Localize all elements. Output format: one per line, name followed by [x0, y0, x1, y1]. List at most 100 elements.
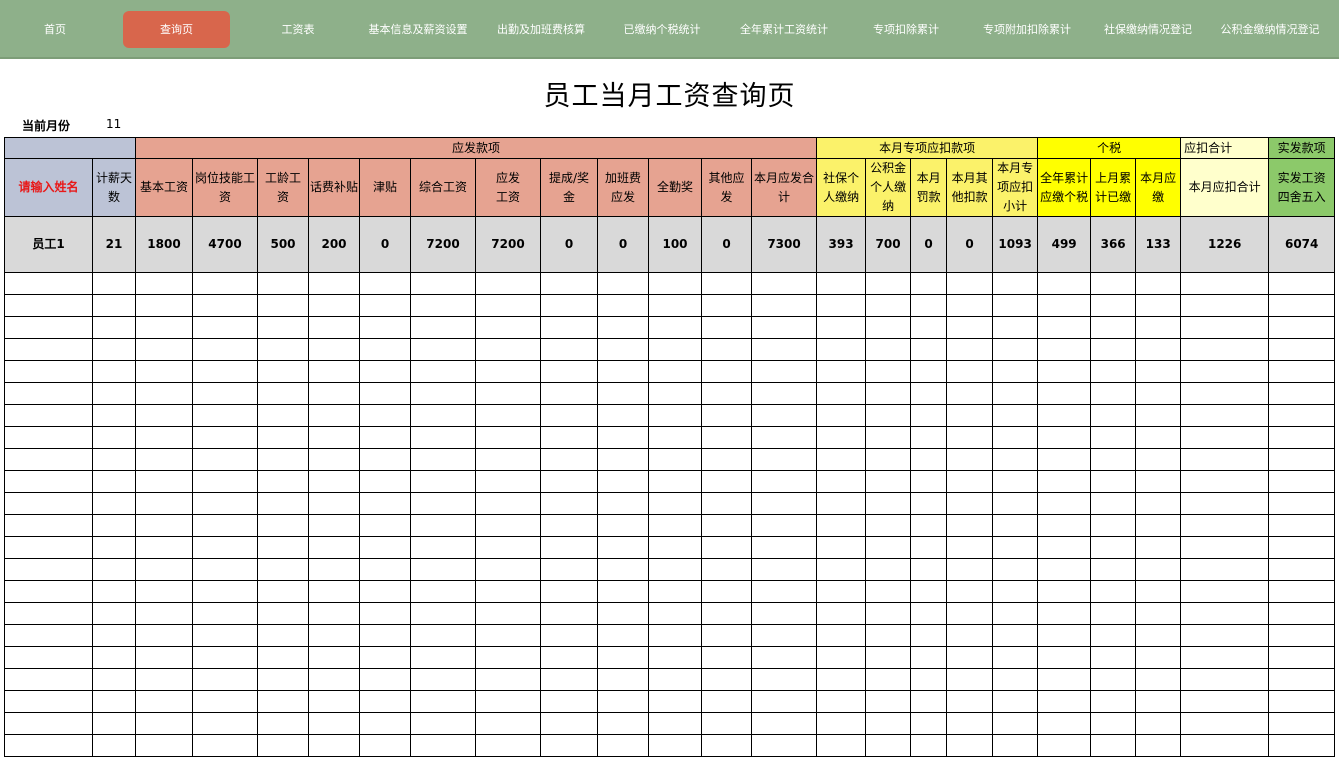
empty-cell[interactable] — [750, 338, 818, 361]
empty-cell[interactable] — [992, 404, 1039, 427]
empty-cell[interactable] — [1037, 558, 1092, 581]
empty-cell[interactable] — [816, 294, 867, 317]
empty-cell[interactable] — [540, 470, 598, 493]
empty-cell[interactable] — [597, 668, 649, 691]
empty-cell[interactable] — [257, 690, 309, 713]
empty-cell[interactable] — [1180, 316, 1270, 339]
empty-cell[interactable] — [910, 668, 948, 691]
empty-cell[interactable] — [597, 646, 649, 669]
empty-cell[interactable] — [946, 624, 994, 647]
empty-cell[interactable] — [701, 492, 752, 515]
empty-cell[interactable] — [1037, 668, 1092, 691]
empty-cell[interactable] — [4, 448, 93, 471]
empty-cell[interactable] — [1037, 294, 1092, 317]
empty-cell[interactable] — [865, 448, 912, 471]
empty-cell[interactable] — [359, 316, 411, 339]
empty-cell[interactable] — [257, 448, 309, 471]
empty-cell[interactable] — [475, 294, 541, 317]
empty-cell[interactable] — [946, 690, 994, 713]
empty-cell[interactable] — [946, 382, 994, 405]
empty-cell[interactable] — [540, 272, 598, 295]
empty-cell[interactable] — [816, 646, 867, 669]
empty-cell[interactable] — [540, 294, 598, 317]
empty-cell[interactable] — [701, 734, 752, 757]
nav-item-5[interactable]: 出勤及加班费核算 — [484, 11, 598, 48]
empty-cell[interactable] — [1135, 492, 1182, 515]
empty-cell[interactable] — [1268, 294, 1336, 317]
empty-cell[interactable] — [257, 514, 309, 537]
empty-cell[interactable] — [257, 294, 309, 317]
empty-cell[interactable] — [865, 602, 912, 625]
empty-cell[interactable] — [992, 492, 1039, 515]
empty-cell[interactable] — [1135, 316, 1182, 339]
empty-cell[interactable] — [257, 382, 309, 405]
empty-cell[interactable] — [308, 492, 360, 515]
empty-cell[interactable] — [410, 668, 476, 691]
empty-cell[interactable] — [192, 580, 258, 603]
empty-cell[interactable] — [4, 580, 93, 603]
empty-cell[interactable] — [597, 492, 649, 515]
empty-cell[interactable] — [1090, 294, 1137, 317]
empty-cell[interactable] — [192, 294, 258, 317]
empty-cell[interactable] — [192, 668, 258, 691]
empty-cell[interactable] — [1037, 646, 1092, 669]
empty-cell[interactable] — [475, 690, 541, 713]
empty-cell[interactable] — [816, 404, 867, 427]
empty-cell[interactable] — [1090, 734, 1137, 757]
empty-cell[interactable] — [308, 338, 360, 361]
empty-cell[interactable] — [701, 338, 752, 361]
empty-cell[interactable] — [4, 668, 93, 691]
empty-cell[interactable] — [540, 404, 598, 427]
empty-cell[interactable] — [1268, 690, 1336, 713]
empty-cell[interactable] — [910, 272, 948, 295]
empty-cell[interactable] — [359, 404, 411, 427]
empty-cell[interactable] — [1135, 338, 1182, 361]
empty-cell[interactable] — [865, 272, 912, 295]
empty-cell[interactable] — [1180, 668, 1270, 691]
empty-cell[interactable] — [910, 536, 948, 559]
empty-cell[interactable] — [192, 338, 258, 361]
empty-cell[interactable] — [410, 558, 476, 581]
empty-cell[interactable] — [750, 470, 818, 493]
empty-cell[interactable] — [192, 272, 258, 295]
empty-cell[interactable] — [1135, 624, 1182, 647]
empty-cell[interactable] — [359, 646, 411, 669]
empty-cell[interactable] — [648, 360, 702, 383]
empty-cell[interactable] — [1090, 338, 1137, 361]
empty-cell[interactable] — [540, 734, 598, 757]
empty-cell[interactable] — [910, 338, 948, 361]
empty-cell[interactable] — [865, 316, 912, 339]
empty-cell[interactable] — [135, 272, 193, 295]
empty-cell[interactable] — [1268, 646, 1336, 669]
empty-cell[interactable] — [410, 294, 476, 317]
empty-cell[interactable] — [359, 272, 411, 295]
empty-cell[interactable] — [540, 360, 598, 383]
empty-cell[interactable] — [992, 690, 1039, 713]
empty-cell[interactable] — [359, 602, 411, 625]
empty-cell[interactable] — [701, 558, 752, 581]
empty-cell[interactable] — [308, 272, 360, 295]
empty-cell[interactable] — [1037, 382, 1092, 405]
empty-cell[interactable] — [4, 624, 93, 647]
empty-cell[interactable] — [410, 448, 476, 471]
empty-cell[interactable] — [865, 734, 912, 757]
empty-cell[interactable] — [1268, 514, 1336, 537]
empty-cell[interactable] — [192, 602, 258, 625]
empty-cell[interactable] — [1268, 602, 1336, 625]
empty-cell[interactable] — [865, 492, 912, 515]
empty-cell[interactable] — [946, 426, 994, 449]
empty-cell[interactable] — [359, 360, 411, 383]
empty-cell[interactable] — [701, 624, 752, 647]
empty-cell[interactable] — [257, 602, 309, 625]
empty-cell[interactable] — [992, 602, 1039, 625]
empty-cell[interactable] — [308, 470, 360, 493]
empty-cell[interactable] — [910, 470, 948, 493]
name-input-prompt[interactable]: 请输入姓名 — [4, 158, 93, 217]
empty-cell[interactable] — [475, 448, 541, 471]
empty-cell[interactable] — [192, 646, 258, 669]
empty-cell[interactable] — [1037, 492, 1092, 515]
empty-cell[interactable] — [992, 294, 1039, 317]
empty-cell[interactable] — [865, 470, 912, 493]
empty-cell[interactable] — [1090, 558, 1137, 581]
empty-cell[interactable] — [475, 580, 541, 603]
